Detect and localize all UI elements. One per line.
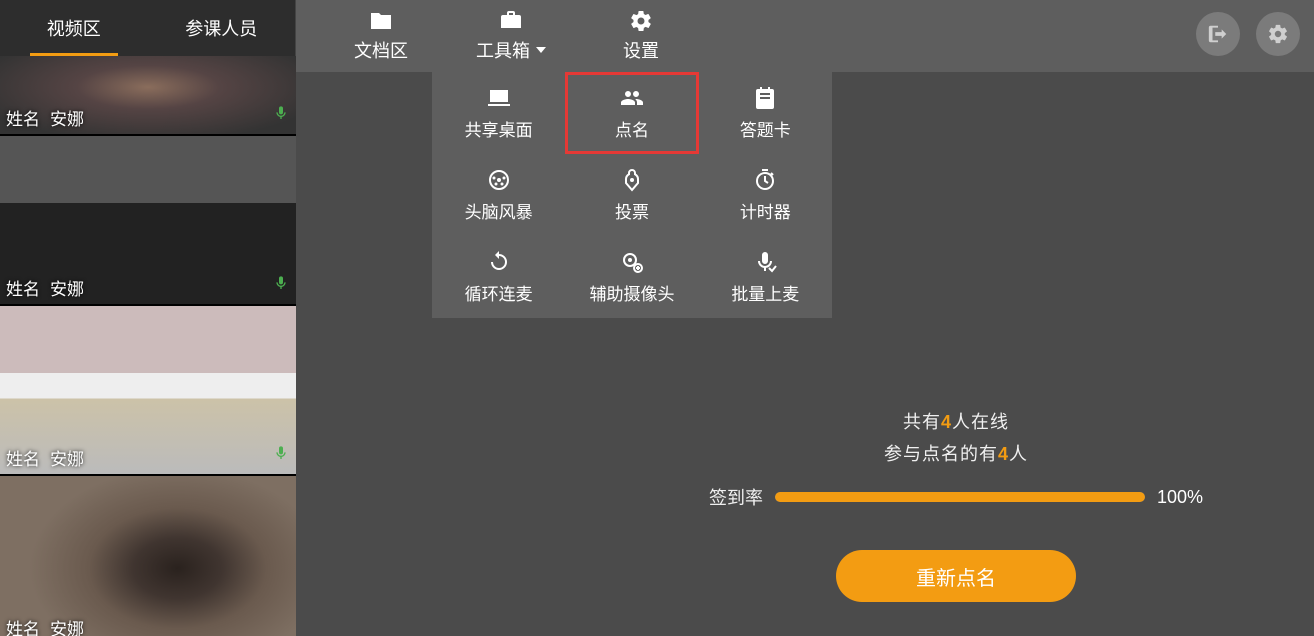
timer-icon xyxy=(752,168,778,192)
online-count: 4 xyxy=(941,412,952,432)
tool-brainstorm[interactable]: 头脑风暴 xyxy=(432,154,565,236)
share-screen-icon xyxy=(486,86,512,110)
video-name: 安娜 xyxy=(50,105,84,130)
main-area: 文档区 工具箱 设置 共享桌面 点名 xyxy=(296,0,1314,636)
settings-button[interactable] xyxy=(1256,12,1300,56)
video-name-prefix: 姓名 xyxy=(6,275,40,300)
tool-timer[interactable]: 计时器 xyxy=(699,154,832,236)
sidebar: 视频区 参课人员 姓名 安娜 姓名 xyxy=(0,0,296,636)
participated-prefix: 参与点名的有 xyxy=(884,444,998,464)
tool-vote[interactable]: 投票 xyxy=(565,154,698,236)
bulk-mic-icon xyxy=(752,250,778,274)
tool-answer-card-label: 答题卡 xyxy=(740,116,791,141)
tab-participants-label: 参课人员 xyxy=(185,15,257,41)
video-name-prefix: 姓名 xyxy=(6,615,40,636)
tool-aux-camera-label: 辅助摄像头 xyxy=(589,280,674,305)
answer-card-icon xyxy=(752,86,778,110)
mic-icon xyxy=(272,270,290,296)
online-prefix: 共有 xyxy=(903,412,941,432)
mic-icon xyxy=(272,100,290,126)
chevron-down-icon xyxy=(536,47,546,53)
participated-suffix: 人 xyxy=(1009,444,1028,464)
tool-bulk-mic[interactable]: 批量上麦 xyxy=(699,236,832,318)
brainstorm-icon xyxy=(486,168,512,192)
tool-share-screen-label: 共享桌面 xyxy=(465,116,533,141)
video-name-prefix: 姓名 xyxy=(6,105,40,130)
tool-roll-call[interactable]: 点名 xyxy=(565,72,698,154)
tool-share-screen[interactable]: 共享桌面 xyxy=(432,72,565,154)
tab-participants[interactable]: 参课人员 xyxy=(148,0,296,56)
gear-icon xyxy=(1267,23,1289,45)
folder-icon xyxy=(368,9,394,33)
tool-brainstorm-label: 头脑风暴 xyxy=(465,198,533,223)
video-label: 姓名 安娜 xyxy=(6,615,84,636)
video-tile[interactable]: 姓名 安娜 xyxy=(0,56,296,136)
video-tile[interactable]: 姓名 安娜 xyxy=(0,136,296,306)
video-label: 姓名 安娜 xyxy=(6,275,84,300)
video-tile[interactable]: 姓名 安娜 xyxy=(0,476,296,636)
video-name-prefix: 姓名 xyxy=(6,445,40,470)
exit-icon xyxy=(1207,23,1229,45)
top-right-controls xyxy=(1196,12,1300,56)
aux-camera-icon xyxy=(619,250,645,274)
progress-fill xyxy=(775,492,1145,502)
exit-button[interactable] xyxy=(1196,12,1240,56)
tool-answer-card[interactable]: 答题卡 xyxy=(699,72,832,154)
topbar-toolbox[interactable]: 工具箱 xyxy=(436,0,586,72)
tool-roll-call-label: 点名 xyxy=(615,116,649,141)
tool-aux-camera[interactable]: 辅助摄像头 xyxy=(565,236,698,318)
re-roll-call-button[interactable]: 重新点名 xyxy=(836,550,1076,602)
participated-line: 参与点名的有4人 xyxy=(676,440,1236,466)
topbar-settings-label: 设置 xyxy=(623,37,659,63)
toolbox-dropdown: 共享桌面 点名 答题卡 头脑风暴 投票 计时器 xyxy=(432,72,832,318)
online-line: 共有4人在线 xyxy=(676,408,1236,434)
topbar-doc-label: 文档区 xyxy=(354,37,408,63)
cycle-mic-icon xyxy=(486,250,512,274)
video-thumbnail xyxy=(0,476,296,636)
video-tile[interactable]: 姓名 安娜 xyxy=(0,306,296,476)
tool-vote-label: 投票 xyxy=(615,198,649,223)
tool-cycle-mic-label: 循环连麦 xyxy=(465,280,533,305)
progress-percent: 100% xyxy=(1157,487,1203,508)
toolbox-icon xyxy=(498,9,524,33)
video-name: 安娜 xyxy=(50,275,84,300)
topbar-settings[interactable]: 设置 xyxy=(586,0,696,72)
topbar: 文档区 工具箱 设置 xyxy=(296,0,1314,72)
vote-icon xyxy=(619,168,645,192)
online-suffix: 人在线 xyxy=(952,412,1009,432)
re-roll-call-button-label: 重新点名 xyxy=(916,562,996,591)
tool-cycle-mic[interactable]: 循环连麦 xyxy=(432,236,565,318)
roll-call-icon xyxy=(619,86,645,110)
sidebar-tabs: 视频区 参课人员 xyxy=(0,0,296,56)
video-name: 安娜 xyxy=(50,445,84,470)
topbar-doc-area[interactable]: 文档区 xyxy=(326,0,436,72)
tab-video-area-label: 视频区 xyxy=(47,15,101,41)
tool-timer-label: 计时器 xyxy=(740,198,791,223)
mic-icon xyxy=(272,440,290,466)
topbar-toolbox-label: 工具箱 xyxy=(476,37,530,63)
video-list: 姓名 安娜 姓名 安娜 xyxy=(0,56,296,636)
tab-video-area[interactable]: 视频区 xyxy=(0,0,148,56)
gear-icon xyxy=(628,9,654,33)
progress-row: 签到率 100% xyxy=(676,484,1236,510)
progress-label: 签到率 xyxy=(709,484,763,510)
roll-call-stats: 共有4人在线 参与点名的有4人 签到率 100% 重新点名 xyxy=(676,402,1236,602)
video-label: 姓名 安娜 xyxy=(6,445,84,470)
progress-bar xyxy=(775,492,1145,502)
participated-count: 4 xyxy=(998,444,1009,464)
video-label: 姓名 安娜 xyxy=(6,105,84,130)
video-name: 安娜 xyxy=(50,615,84,636)
tool-bulk-mic-label: 批量上麦 xyxy=(731,280,799,305)
